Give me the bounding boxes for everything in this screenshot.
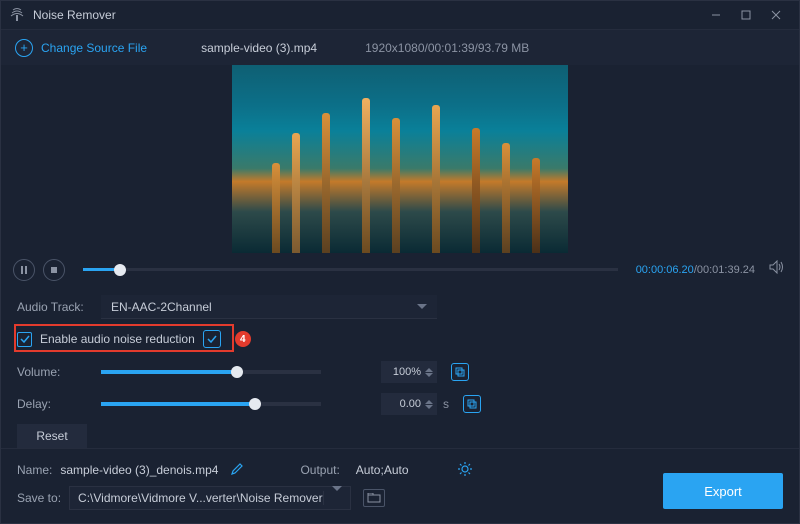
- delay-spinner[interactable]: [425, 400, 433, 409]
- enable-noise-row: Enable audio noise reduction 4: [17, 322, 783, 356]
- chevron-down-icon: [417, 304, 427, 309]
- name-value: sample-video (3)_denois.mp4: [60, 463, 218, 477]
- chevron-down-icon: [323, 491, 342, 505]
- stop-button[interactable]: [43, 259, 65, 281]
- delay-slider[interactable]: [101, 402, 321, 406]
- saveto-dropdown[interactable]: C:\Vidmore\Vidmore V...verter\Noise Remo…: [69, 486, 351, 510]
- app-logo-icon: [9, 7, 25, 23]
- edit-name-icon[interactable]: [230, 462, 244, 479]
- bottom-panel: Name: sample-video (3)_denois.mp4 Output…: [1, 448, 799, 523]
- delay-unit: s: [443, 397, 449, 411]
- volume-label: Volume:: [17, 365, 101, 379]
- output-value: Auto;Auto: [356, 463, 409, 477]
- seek-slider[interactable]: [83, 268, 618, 271]
- delay-input[interactable]: 0.00: [381, 393, 437, 415]
- video-preview-area: [1, 65, 799, 253]
- open-folder-icon[interactable]: [363, 489, 385, 507]
- apply-all-delay-icon[interactable]: [463, 395, 481, 413]
- saveto-label: Save to:: [17, 491, 61, 505]
- titlebar: Noise Remover: [1, 1, 799, 30]
- volume-row: Volume: 100%: [17, 356, 783, 388]
- reset-button[interactable]: Reset: [17, 424, 87, 448]
- enable-noise-label: Enable audio noise reduction: [40, 332, 195, 346]
- apply-all-volume-icon[interactable]: [451, 363, 469, 381]
- app-window: Noise Remover + Change Source File sampl…: [0, 0, 800, 524]
- callout-badge: 4: [235, 331, 251, 347]
- source-filename: sample-video (3).mp4: [201, 41, 317, 55]
- maximize-button[interactable]: [731, 5, 761, 25]
- apply-all-noise-icon[interactable]: [203, 330, 221, 348]
- playback-bar: 00:00:06.20/00:01:39.24: [1, 253, 799, 286]
- enable-noise-checkbox[interactable]: [17, 332, 32, 347]
- pause-button[interactable]: [13, 259, 35, 281]
- plus-icon: +: [15, 39, 33, 57]
- audio-track-label: Audio Track:: [17, 300, 101, 314]
- change-source-button[interactable]: + Change Source File: [15, 39, 147, 57]
- export-button[interactable]: Export: [663, 473, 783, 509]
- close-button[interactable]: [761, 5, 791, 25]
- source-meta: 1920x1080/00:01:39/93.79 MB: [365, 41, 529, 55]
- app-title: Noise Remover: [33, 8, 116, 22]
- audio-track-dropdown[interactable]: EN-AAC-2Channel: [101, 295, 437, 319]
- change-source-label: Change Source File: [41, 41, 147, 55]
- volume-spinner[interactable]: [425, 368, 433, 377]
- minimize-button[interactable]: [701, 5, 731, 25]
- output-settings-icon[interactable]: [457, 461, 473, 480]
- delay-label: Delay:: [17, 397, 101, 411]
- settings-panel: Audio Track: EN-AAC-2Channel Enable audi…: [1, 286, 799, 448]
- toolbar: + Change Source File sample-video (3).mp…: [1, 30, 799, 65]
- playback-time: 00:00:06.20/00:01:39.24: [636, 264, 755, 276]
- volume-icon[interactable]: [769, 260, 785, 279]
- saveto-value: C:\Vidmore\Vidmore V...verter\Noise Remo…: [78, 491, 323, 505]
- audio-track-value: EN-AAC-2Channel: [111, 300, 212, 314]
- video-preview[interactable]: [232, 65, 568, 253]
- volume-input[interactable]: 100%: [381, 361, 437, 383]
- volume-slider[interactable]: [101, 370, 321, 374]
- delay-row: Delay: 0.00 s: [17, 388, 783, 420]
- name-label: Name:: [17, 463, 52, 477]
- audio-track-row: Audio Track: EN-AAC-2Channel: [17, 292, 783, 322]
- output-label: Output:: [300, 463, 339, 477]
